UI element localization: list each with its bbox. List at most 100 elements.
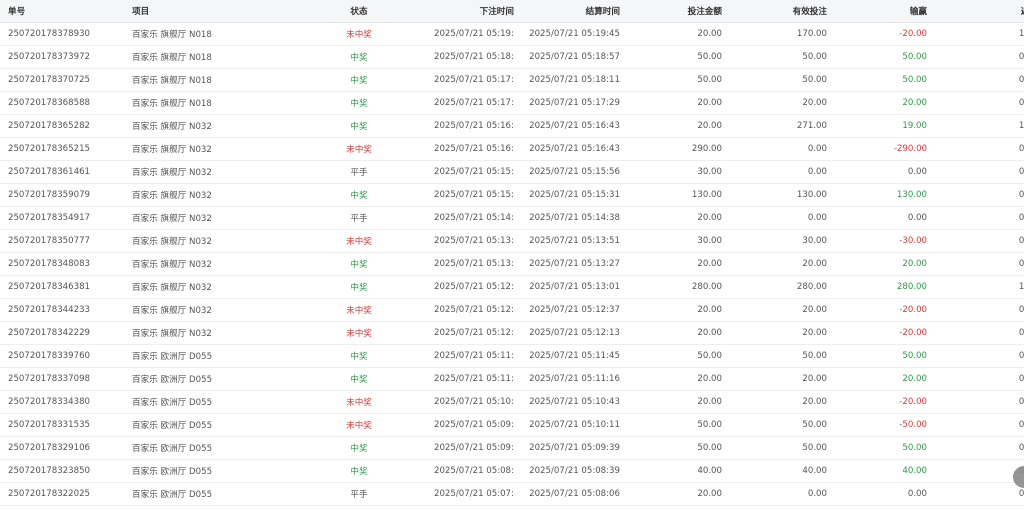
valid-bet-cell: 0.00 bbox=[722, 206, 827, 230]
bet-amount-cell: 130.00 bbox=[620, 183, 722, 207]
win-loss-cell: -20.00 bbox=[827, 321, 933, 345]
rebate-cell: 0.30 bbox=[933, 45, 1024, 69]
valid-bet-cell: 50.00 bbox=[722, 68, 827, 92]
table-row[interactable]: 250720178359079 百家乐 旗舰厅 N032 中奖 2025/07/21 … bbox=[0, 183, 1024, 207]
status-badge: 中奖 bbox=[284, 68, 434, 92]
rebate-cell: 0.00 bbox=[933, 160, 1024, 184]
rebate-cell: 1.02 bbox=[933, 22, 1024, 46]
order-no-cell: 250720178334380 bbox=[0, 390, 124, 414]
table-row[interactable]: 250720178322025 百家乐 欧洲厅 D055 平手 2025/07/21 … bbox=[0, 482, 1024, 506]
bet-time-cell: 2025/07/21 05:11:04 bbox=[434, 367, 514, 391]
order-no-cell: 250720178365215 bbox=[0, 137, 124, 161]
col-header-settle-time[interactable]: 结算时间 bbox=[514, 0, 620, 23]
order-no-cell: 250720178350777 bbox=[0, 229, 124, 253]
valid-bet-cell: 170.00 bbox=[722, 22, 827, 46]
col-header-win-loss[interactable]: 输赢 bbox=[827, 0, 933, 23]
status-badge: 未中奖 bbox=[284, 413, 434, 437]
col-header-status[interactable]: 状态 bbox=[284, 0, 434, 23]
order-no-cell: 250720178370725 bbox=[0, 68, 124, 92]
order-no-cell: 250720178365282 bbox=[0, 114, 124, 138]
col-header-valid-bet[interactable]: 有效投注 bbox=[722, 0, 827, 23]
table-header-row: 单号 项目 状态 下注时间 结算时间 投注金额 有效投注 输赢 返水 bbox=[0, 0, 1024, 23]
valid-bet-cell: 20.00 bbox=[722, 390, 827, 414]
table-row[interactable]: 250720178373972 百家乐 旗舰厅 N018 中奖 2025/07/21 … bbox=[0, 45, 1024, 69]
win-loss-cell: 0.00 bbox=[827, 206, 933, 230]
valid-bet-cell: 0.00 bbox=[722, 482, 827, 506]
table-row[interactable]: 250720178334380 百家乐 欧洲厅 D055 未中奖 2025/07/21… bbox=[0, 390, 1024, 414]
table-row[interactable]: 250720178342229 百家乐 旗舰厅 N032 未中奖 2025/07/21… bbox=[0, 321, 1024, 345]
valid-bet-cell: 0.00 bbox=[722, 137, 827, 161]
valid-bet-cell: 0.00 bbox=[722, 160, 827, 184]
col-header-rebate[interactable]: 返水 bbox=[933, 0, 1024, 23]
item-cell: 百家乐 欧洲厅 D055 bbox=[124, 344, 284, 368]
table-row[interactable]: 250720178323850 百家乐 欧洲厅 D055 中奖 2025/07/21 … bbox=[0, 459, 1024, 483]
valid-bet-cell: 280.00 bbox=[722, 275, 827, 299]
bet-amount-cell: 20.00 bbox=[620, 22, 722, 46]
win-loss-cell: -20.00 bbox=[827, 390, 933, 414]
order-no-cell: 250720178348083 bbox=[0, 252, 124, 276]
bet-time-cell: 2025/07/21 05:08:18 bbox=[434, 459, 514, 483]
col-header-order-no[interactable]: 单号 bbox=[0, 0, 124, 23]
status-badge: 平手 bbox=[284, 206, 434, 230]
bet-amount-cell: 20.00 bbox=[620, 367, 722, 391]
valid-bet-cell: 50.00 bbox=[722, 436, 827, 460]
order-no-cell: 250720178337098 bbox=[0, 367, 124, 391]
bet-amount-cell: 280.00 bbox=[620, 275, 722, 299]
bet-records-view: 单号 项目 状态 下注时间 结算时间 投注金额 有效投注 输赢 返水 25072… bbox=[0, 0, 1024, 509]
settle-time-cell: 2025/07/21 05:11:45 bbox=[514, 344, 620, 368]
table-row[interactable]: 250720178344233 百家乐 旗舰厅 N032 未中奖 2025/07/21… bbox=[0, 298, 1024, 322]
bet-amount-cell: 20.00 bbox=[620, 91, 722, 115]
table-row[interactable]: 250720178370725 百家乐 旗舰厅 N018 中奖 2025/07/21 … bbox=[0, 68, 1024, 92]
table-row[interactable]: 250720178361461 百家乐 旗舰厅 N032 平手 2025/07/21 … bbox=[0, 160, 1024, 184]
table-row[interactable]: 250720178354917 百家乐 旗舰厅 N032 平手 2025/07/21 … bbox=[0, 206, 1024, 230]
status-badge: 中奖 bbox=[284, 91, 434, 115]
item-cell: 百家乐 欧洲厅 D055 bbox=[124, 482, 284, 506]
status-badge: 未中奖 bbox=[284, 229, 434, 253]
table-row[interactable]: 250720178346381 百家乐 旗舰厅 N032 中奖 2025/07/21 … bbox=[0, 275, 1024, 299]
col-header-bet-amount[interactable]: 投注金额 bbox=[620, 0, 722, 23]
item-cell: 百家乐 欧洲厅 D055 bbox=[124, 367, 284, 391]
settle-time-cell: 2025/07/21 05:12:37 bbox=[514, 298, 620, 322]
order-no-cell: 250720178373972 bbox=[0, 45, 124, 69]
item-cell: 百家乐 欧洲厅 D055 bbox=[124, 413, 284, 437]
bet-time-cell: 2025/07/21 05:07:56 bbox=[434, 482, 514, 506]
table-row[interactable]: 250720178378930 百家乐 旗舰厅 N018 未中奖 2025/07/21… bbox=[0, 22, 1024, 46]
rebate-cell: 1.62 bbox=[933, 114, 1024, 138]
table-row[interactable]: 250720178337098 百家乐 欧洲厅 D055 中奖 2025/07/21 … bbox=[0, 367, 1024, 391]
valid-bet-cell: 50.00 bbox=[722, 45, 827, 69]
table-row[interactable]: 250720178365282 百家乐 旗舰厅 N032 中奖 2025/07/21 … bbox=[0, 114, 1024, 138]
win-loss-cell: 50.00 bbox=[827, 436, 933, 460]
col-header-item[interactable]: 项目 bbox=[124, 0, 284, 23]
table-row[interactable]: 250720178329106 百家乐 欧洲厅 D055 中奖 2025/07/21 … bbox=[0, 436, 1024, 460]
settle-time-cell: 2025/07/21 05:18:57 bbox=[514, 45, 620, 69]
status-badge: 中奖 bbox=[284, 183, 434, 207]
item-cell: 百家乐 旗舰厅 N032 bbox=[124, 321, 284, 345]
win-loss-cell: 40.00 bbox=[827, 459, 933, 483]
valid-bet-cell: 50.00 bbox=[722, 344, 827, 368]
settle-time-cell: 2025/07/21 05:12:13 bbox=[514, 321, 620, 345]
settle-time-cell: 2025/07/21 05:14:38 bbox=[514, 206, 620, 230]
bet-amount-cell: 50.00 bbox=[620, 413, 722, 437]
table-row[interactable]: 250720178339760 百家乐 欧洲厅 D055 中奖 2025/07/21 … bbox=[0, 344, 1024, 368]
order-no-cell: 250720178378930 bbox=[0, 22, 124, 46]
order-no-cell: 250720178359079 bbox=[0, 183, 124, 207]
table-row[interactable]: 250720178331535 百家乐 欧洲厅 D055 未中奖 2025/07/21… bbox=[0, 413, 1024, 437]
table-row[interactable]: 250720178368588 百家乐 旗舰厅 N018 中奖 2025/07/21 … bbox=[0, 91, 1024, 115]
col-header-bet-time[interactable]: 下注时间 bbox=[434, 0, 514, 23]
bet-time-cell: 2025/07/21 05:17:42 bbox=[434, 68, 514, 92]
settle-time-cell: 2025/07/21 05:16:43 bbox=[514, 137, 620, 161]
table-row[interactable]: 250720178348083 百家乐 旗舰厅 N032 中奖 2025/07/21 … bbox=[0, 252, 1024, 276]
item-cell: 百家乐 旗舰厅 N018 bbox=[124, 68, 284, 92]
rebate-cell: 0.12 bbox=[933, 390, 1024, 414]
table-row[interactable]: 250720178350777 百家乐 旗舰厅 N032 未中奖 2025/07/21… bbox=[0, 229, 1024, 253]
win-loss-cell: -290.00 bbox=[827, 137, 933, 161]
status-badge: 平手 bbox=[284, 482, 434, 506]
status-badge: 未中奖 bbox=[284, 298, 434, 322]
table-row[interactable]: 250720178365215 百家乐 旗舰厅 N032 未中奖 2025/07/21… bbox=[0, 137, 1024, 161]
rebate-cell: 0.24 bbox=[933, 459, 1024, 483]
win-loss-cell: -50.00 bbox=[827, 413, 933, 437]
bet-amount-cell: 20.00 bbox=[620, 206, 722, 230]
bet-amount-cell: 20.00 bbox=[620, 252, 722, 276]
item-cell: 百家乐 旗舰厅 N018 bbox=[124, 22, 284, 46]
settle-time-cell: 2025/07/21 05:08:39 bbox=[514, 459, 620, 483]
